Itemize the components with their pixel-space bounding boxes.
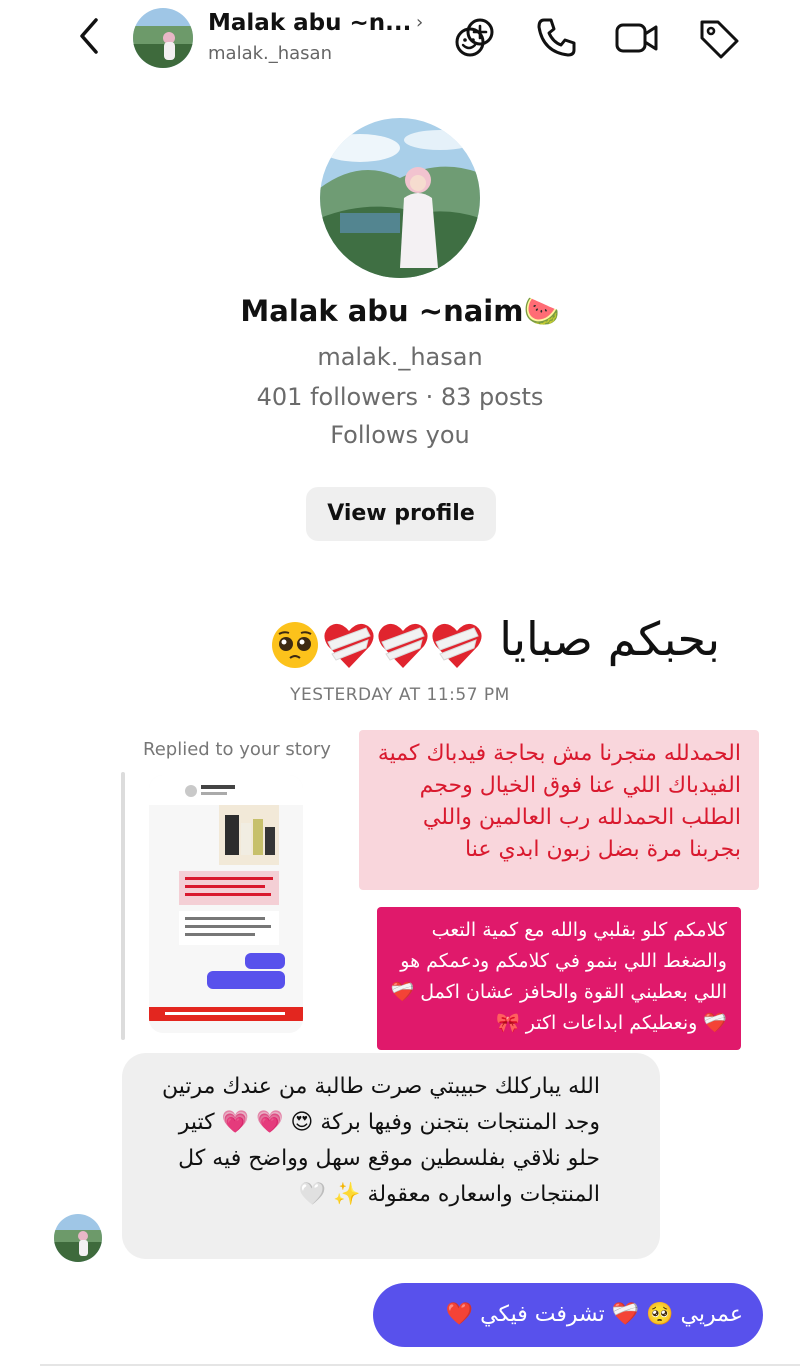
replied-to-story-label: Replied to your story: [143, 739, 331, 760]
profile-stats: 401 followers · 83 posts: [256, 383, 544, 411]
header-avatar[interactable]: [133, 8, 193, 68]
profile-username: malak._hasan: [317, 343, 483, 371]
magenta-text-card: كلامكم كلو بقلبي والله مع كمية التعب وال…: [377, 907, 741, 1050]
mending-heart-icon: [324, 623, 374, 668]
outgoing-message-bubble[interactable]: عمريي 🥺 ❤️‍🩹 تشرفت فيكي ❤️: [373, 1283, 763, 1347]
video-icon[interactable]: [612, 14, 660, 62]
view-profile-button[interactable]: View profile: [306, 487, 496, 541]
profile-name: Malak abu ~naim🍉: [240, 294, 560, 328]
follows-you-label: Follows you: [330, 421, 470, 449]
composer-divider: [40, 1364, 800, 1366]
header-chevron-icon[interactable]: ›: [416, 12, 423, 33]
incoming-message-text: الله يباركلك حبيبتي صرت طالبة من عندك مر…: [161, 1074, 600, 1207]
mending-heart-icon: [378, 623, 428, 668]
tag-icon[interactable]: [694, 14, 742, 62]
back-icon[interactable]: [70, 14, 110, 58]
header-username: malak._hasan: [208, 43, 332, 64]
magenta-card-text: كلامكم كلو بقلبي والله مع كمية التعب وال…: [390, 919, 727, 1034]
pleading-face-icon: [272, 622, 318, 668]
effects-icon[interactable]: [450, 14, 498, 62]
outgoing-message-text: عمريي 🥺 ❤️‍🩹 تشرفت فيكي ❤️: [445, 1302, 743, 1327]
mending-heart-icon: [432, 623, 482, 668]
header-display-name[interactable]: Malak abu ~n...: [208, 10, 411, 36]
pink-text-card: الحمدلله متجرنا مش بحاجة فيدباك كمية الف…: [359, 730, 759, 890]
sender-avatar[interactable]: [54, 1214, 102, 1262]
pink-card-text: الحمدلله متجرنا مش بحاجة فيدباك كمية الف…: [377, 741, 741, 862]
chat-header: Malak abu ~n... › malak._hasan: [0, 0, 800, 80]
reply-indicator-bar: [121, 772, 125, 1040]
incoming-message-bubble[interactable]: الله يباركلك حبيبتي صرت طالبة من عندك مر…: [122, 1053, 660, 1259]
message-timestamp: YESTERDAY AT 11:57 PM: [290, 685, 510, 705]
phone-icon[interactable]: [532, 14, 580, 62]
profile-avatar[interactable]: [320, 118, 480, 278]
story-thumbnail[interactable]: [149, 775, 303, 1033]
